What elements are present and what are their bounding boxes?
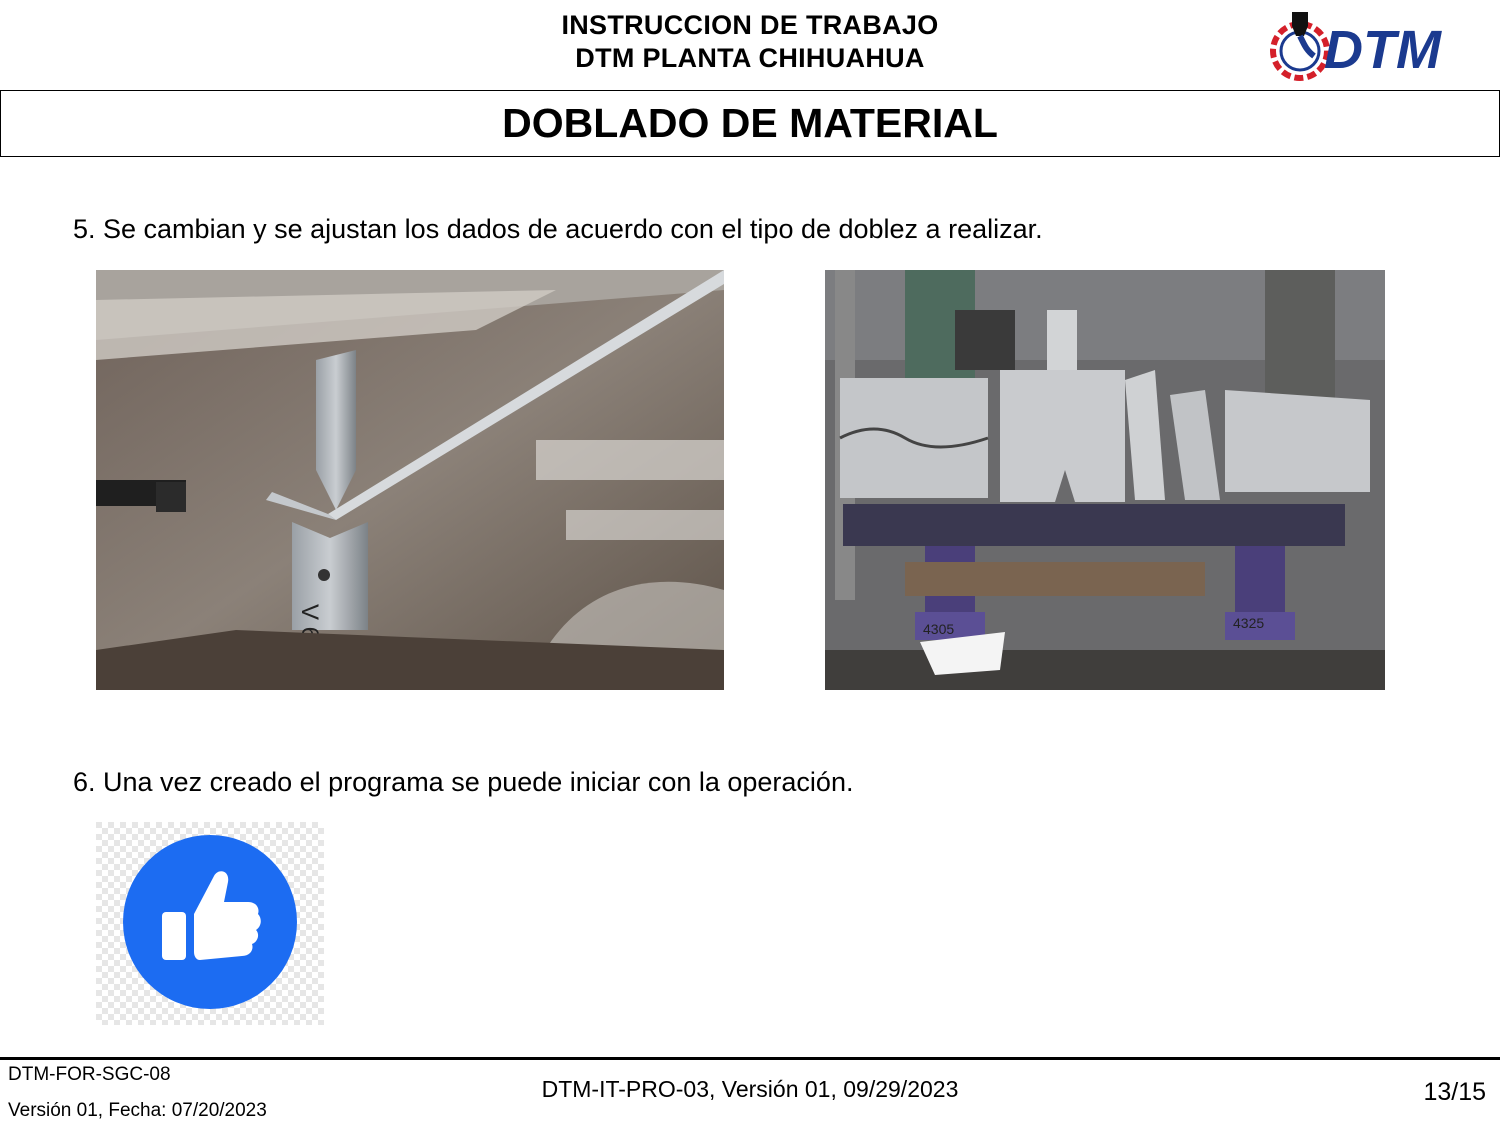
step-6-text: 6. Una vez creado el programa se puede i… [73,767,854,797]
footer-page-number: 13/15 [1423,1078,1486,1106]
thumbs-up-image [96,822,324,1025]
step-5-text: 5. Se cambian y se ajustan los dados de … [73,214,1043,244]
dies-rack-photo: 4305 4325 [825,270,1385,690]
logo-wordmark: DTM [1324,20,1442,80]
dtm-logo: DTM [1262,8,1487,86]
press-brake-die-photo: V 60 [96,270,724,690]
rack-label-right: 4325 [1233,615,1264,631]
section-title-box: DOBLADO DE MATERIAL [0,90,1500,157]
footer-rule [0,1057,1500,1060]
rack-label-left: 4305 [923,621,954,637]
footer-form-version: Versión 01, Fecha: 07/20/2023 [8,1100,267,1121]
footer-doc-reference: DTM-IT-PRO-03, Versión 01, 09/29/2023 [541,1076,959,1102]
section-title: DOBLADO DE MATERIAL [502,100,998,146]
